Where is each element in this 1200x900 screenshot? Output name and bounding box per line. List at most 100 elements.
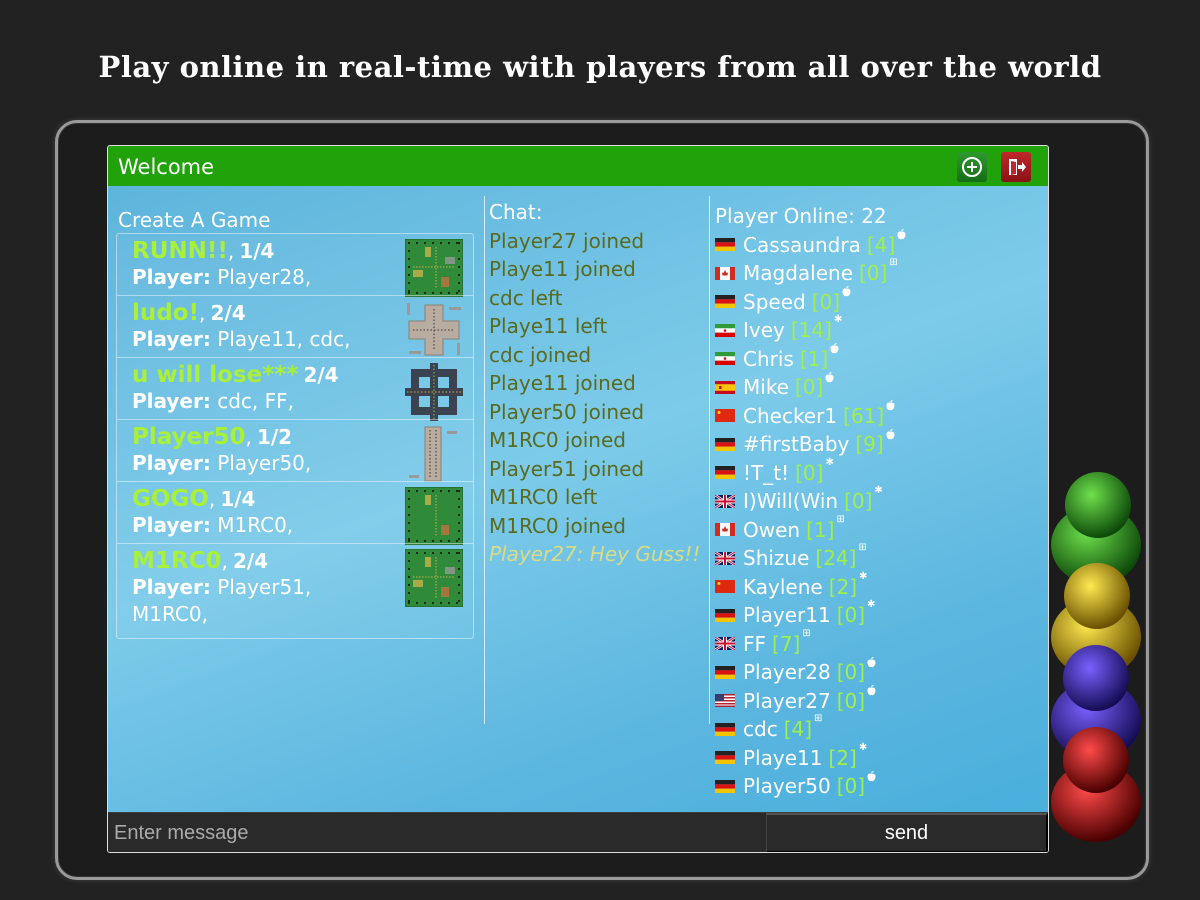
create-game-button[interactable] xyxy=(957,152,987,182)
player-row[interactable]: I)Will(Win [0] ✱ xyxy=(715,485,1045,516)
player-name: Shizue xyxy=(743,546,810,570)
player-row[interactable]: FF [7] ⊞ xyxy=(715,628,1045,659)
player-score: [2] xyxy=(828,574,858,599)
apple-icon xyxy=(867,656,876,667)
flag-de-icon xyxy=(715,722,735,736)
blue-pawn-head xyxy=(1063,645,1129,711)
player-score: [0] xyxy=(795,460,824,485)
game-players: Playe11, cdc, xyxy=(217,327,351,351)
flag-ir-icon xyxy=(715,323,735,337)
game-player-count: 1/2 xyxy=(256,425,293,449)
player-name: cdc xyxy=(743,717,778,741)
plus-circle-icon xyxy=(962,157,982,177)
apple-icon xyxy=(842,286,851,297)
game-name: GOGO xyxy=(132,486,209,512)
player-name: Cassaundra xyxy=(743,232,861,257)
chat-message: cdc left xyxy=(489,285,563,310)
player-row[interactable]: Checker1 [61] xyxy=(715,400,1045,431)
player-row[interactable]: Player28 [0] xyxy=(715,656,1045,687)
player-name: Player28 xyxy=(743,660,831,684)
windows-icon: ⊞ xyxy=(814,713,823,724)
game-separator: , xyxy=(227,239,235,263)
flag-cn-icon xyxy=(715,580,735,594)
game-item[interactable]: Player50, 1/2 Player: Player50, xyxy=(116,419,474,482)
player-name: Magdalene xyxy=(743,261,853,285)
game-separator: , xyxy=(245,425,252,449)
game-player-count: 1/4 xyxy=(239,239,275,263)
chat-message: Playe11 left xyxy=(489,314,608,338)
player-row[interactable]: #firstBaby [9] xyxy=(715,428,1045,459)
player-score: [2] xyxy=(828,745,857,770)
player-row[interactable]: Playe11 [2] ✱ xyxy=(715,742,1045,773)
player-name: Speed xyxy=(743,289,806,314)
player-row[interactable]: Mike [0] xyxy=(715,371,1045,402)
game-player-label: Player: xyxy=(132,389,211,413)
player-name: Kaylene xyxy=(743,574,823,599)
game-item[interactable]: RUNN!!, 1/4 Player: Player28, xyxy=(116,233,474,297)
chat-messages: Player27 joined Playe11 joined cdc left Pla… xyxy=(489,227,704,569)
player-row[interactable]: Speed [0] xyxy=(715,286,1045,317)
send-button[interactable]: send xyxy=(766,813,1048,852)
player-row[interactable]: Owen [1] ⊞ xyxy=(715,514,1045,545)
chat-message: M1RC0 joined xyxy=(489,428,626,452)
chat-message: Player51 joined xyxy=(489,456,645,481)
android-icon: ✱ xyxy=(874,485,883,496)
flag-de-icon xyxy=(715,665,735,679)
green-pawn-head xyxy=(1065,472,1131,538)
player-score: [0] xyxy=(836,688,866,713)
apple-icon xyxy=(825,371,834,382)
chat-message: M1RC0 left xyxy=(489,485,598,509)
player-name: Player11 xyxy=(743,603,831,627)
player-name: Mike xyxy=(743,375,789,399)
chat-panel: Chat: Player27 joined Playe11 joined cdc l… xyxy=(489,198,704,569)
game-players: M1RC0, xyxy=(217,513,294,537)
lobby-window: Welcome Create A Game RUNN!!, 1/4 Player:… xyxy=(107,145,1049,853)
column-divider xyxy=(709,196,710,724)
player-row[interactable]: Shizue [24] ⊞ xyxy=(715,542,1045,573)
player-row[interactable]: Player50 [0] xyxy=(715,770,1045,801)
game-name: RUNN!! xyxy=(132,238,228,264)
apple-icon xyxy=(867,685,876,696)
player-score: [1] xyxy=(799,346,829,371)
pawn-stack-decoration xyxy=(1051,472,1141,842)
promo-headline: Play online in real-time with players fr… xyxy=(98,50,1102,84)
create-game-label: Create A Game xyxy=(118,208,271,232)
android-icon: ✱ xyxy=(859,570,868,582)
flag-de-icon xyxy=(715,466,735,480)
title-bar: Welcome xyxy=(108,146,1048,186)
game-name: Player50 xyxy=(132,424,246,450)
player-row[interactable]: cdc [4] ⊞ xyxy=(715,713,1045,744)
player-row[interactable]: Kaylene [2] ✱ xyxy=(715,571,1045,602)
game-name: u will lose*** xyxy=(132,362,299,388)
game-item[interactable]: GOGO, 1/4 Player: M1RC0, xyxy=(116,481,474,545)
flag-us-icon xyxy=(715,694,735,708)
game-item[interactable]: u will lose*** 2/4 Player: cdc, FF, xyxy=(116,357,474,421)
player-score: [14] xyxy=(790,318,832,342)
exit-button[interactable] xyxy=(1001,152,1031,182)
players-online-panel: Player Online: 22 Cassaundra [4] Magdalene… xyxy=(715,202,1045,801)
windows-icon: ⊞ xyxy=(802,627,811,639)
window-title: Welcome xyxy=(118,155,215,179)
player-row[interactable]: Player27 [0] xyxy=(715,685,1045,716)
chat-message: Player27 joined xyxy=(489,228,645,253)
game-item[interactable]: M1RC0, 2/4 Player: Player51, M1RC0, xyxy=(116,543,474,639)
flag-ca-icon xyxy=(715,523,735,537)
player-row[interactable]: Magdalene [0] ⊞ xyxy=(715,257,1045,288)
flag-ca-icon xyxy=(715,266,735,280)
game-item[interactable]: ludo!, 2/4 Player: Playe11, cdc, xyxy=(116,295,474,357)
game-name: ludo! xyxy=(132,300,200,326)
board-thumbnail xyxy=(405,487,463,545)
player-row[interactable]: Ivey [14] ✱ xyxy=(715,314,1045,345)
player-score: [4] xyxy=(783,717,813,741)
chat-label: Chat: xyxy=(489,200,543,224)
game-players: cdc, FF, xyxy=(217,389,294,413)
game-players: Player28, xyxy=(217,265,312,289)
player-name: I)Will(Win xyxy=(743,489,839,513)
player-row[interactable]: Chris [1] xyxy=(715,343,1045,374)
player-row[interactable]: Player11 [0] ✱ xyxy=(715,599,1045,630)
player-name: !T_t! xyxy=(743,460,790,485)
chat-message: Player27: Hey Guss!! xyxy=(489,542,701,566)
game-player-label: Player: xyxy=(132,327,211,351)
player-row[interactable]: Cassaundra [4] xyxy=(715,229,1045,260)
message-input[interactable] xyxy=(108,813,766,852)
